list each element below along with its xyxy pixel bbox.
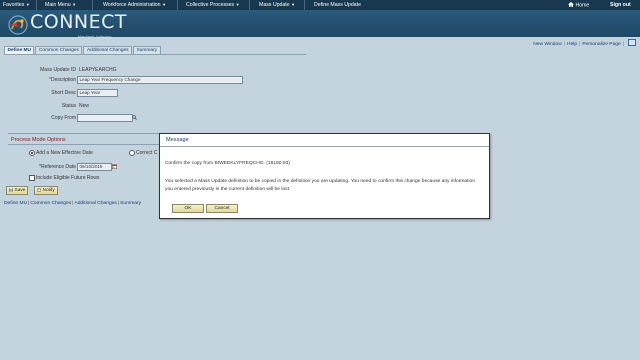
footer-link-common-changes[interactable]: Common Changes <box>30 201 71 206</box>
nav-mass-update[interactable]: Mass Update ▼ <box>259 2 295 8</box>
add-new-effective-date-label: Add a New Effective Date <box>36 150 93 156</box>
lookup-icon[interactable] <box>132 115 137 120</box>
nav-collective-label: Collective Processes <box>186 2 235 8</box>
nav-favorites[interactable]: Favorites ▼ <box>3 2 30 8</box>
message-dialog: Message Confirm the copy from BIWEEKLYFR… <box>159 133 490 219</box>
tab-common-changes[interactable]: Common Changes <box>35 46 83 54</box>
brand-subtitle: Maryland Judiciary <box>78 34 112 39</box>
correct-radio-label: Correct C <box>136 150 158 156</box>
chevron-down-icon: ▼ <box>25 2 30 7</box>
personalize-page-link[interactable]: Personalize Page <box>582 42 620 47</box>
nav-workforce-label: Workforce Administration <box>103 2 161 8</box>
reference-date-input[interactable]: 09/10/2015 <box>77 163 112 171</box>
chevron-down-icon: ▼ <box>235 2 240 7</box>
footer-link-additional-changes[interactable]: Additional Changes <box>74 201 116 206</box>
app-header: CONNECT Maryland Judiciary <box>0 10 640 39</box>
nav-define-mass-update-label: Define Mass Update <box>314 2 361 8</box>
tab-define-mu[interactable]: Define MU <box>4 46 35 54</box>
cancel-button[interactable]: Cancel <box>206 204 238 213</box>
chevron-down-icon: ▼ <box>72 2 77 7</box>
footer-link-define-mu[interactable]: Define MU <box>4 201 27 206</box>
nav-divider <box>177 0 178 10</box>
reference-date-label: *Reference Date <box>39 164 76 170</box>
nav-collective-processes[interactable]: Collective Processes ▼ <box>186 2 240 8</box>
mass-update-id-label: Mass Update ID <box>40 67 76 73</box>
status-value: New <box>79 103 90 109</box>
connect-logo-icon <box>8 15 28 35</box>
description-input[interactable]: Leap Year Frequency Change <box>77 76 243 84</box>
personalize-icon[interactable] <box>628 39 636 46</box>
nav-workforce-administration[interactable]: Workforce Administration ▼ <box>103 2 166 8</box>
nav-divider <box>36 0 37 10</box>
dialog-title: Message <box>160 134 489 147</box>
notify-icon <box>37 188 41 191</box>
separator: | <box>117 201 120 206</box>
brand-name: CONNECT <box>30 11 128 33</box>
new-window-link[interactable]: New Window <box>533 42 562 47</box>
save-button[interactable]: Save <box>6 186 29 195</box>
top-navigation-bar: Favorites ▼ Main Menu ▼ Workforce Administ… <box>0 0 640 10</box>
nav-main-menu-label: Main Menu <box>45 2 71 8</box>
footer-page-links: Define MU|Common Changes|Additional Chan… <box>4 201 141 206</box>
dialog-confirm-text: Confirm the copy from BIWEEKLYFREQCHG. (… <box>165 161 290 166</box>
sign-out-link[interactable]: Sign out <box>610 2 631 8</box>
mass-update-id-value: LEAPYEARCHG <box>79 67 117 73</box>
short-desc-input[interactable]: Leap Year <box>77 89 118 97</box>
status-label: Status <box>61 103 76 109</box>
nav-favorites-label: Favorites <box>3 2 25 8</box>
home-link[interactable]: Home <box>568 2 589 9</box>
notify-button-label: Notify <box>42 188 55 193</box>
chevron-down-icon: ▼ <box>162 2 167 7</box>
process-mode-options-title: Process Mode Options <box>8 137 161 145</box>
save-icon <box>9 187 13 192</box>
home-icon <box>568 2 574 7</box>
notify-button[interactable]: Notify <box>34 186 58 195</box>
nav-divider <box>304 0 305 10</box>
short-desc-label: Short Desc <box>51 90 76 96</box>
home-label: Home <box>575 2 590 9</box>
nav-define-mass-update[interactable]: Define Mass Update <box>314 2 361 8</box>
nav-divider <box>249 0 250 10</box>
nav-mass-update-label: Mass Update <box>259 2 290 8</box>
save-button-label: Save <box>14 188 26 193</box>
chevron-down-icon: ▼ <box>291 2 296 7</box>
nav-main-menu[interactable]: Main Menu ▼ <box>45 2 76 8</box>
tab-summary[interactable]: Summary <box>133 46 161 54</box>
separator: | <box>579 42 581 47</box>
copy-from-label: Copy From <box>51 115 76 121</box>
help-link[interactable]: Help <box>567 42 577 47</box>
include-future-rows-checkbox[interactable] <box>29 175 35 181</box>
include-future-rows-label: Include Eligible Future Rows <box>36 175 100 181</box>
tab-additional-changes[interactable]: Additional Changes <box>83 46 133 54</box>
add-new-effective-date-radio[interactable] <box>29 150 35 156</box>
page-utility-links: New Window | Help | Personalize Page | <box>533 39 636 47</box>
dialog-explanation-text: You selected a Mass Update definition to… <box>165 179 476 192</box>
separator: | <box>563 42 566 47</box>
footer-link-summary[interactable]: Summary <box>120 201 141 206</box>
tab-underline <box>4 54 306 55</box>
ok-button[interactable]: OK <box>172 204 204 213</box>
calendar-icon[interactable] <box>112 164 117 169</box>
nav-divider <box>92 0 93 10</box>
correct-radio[interactable] <box>129 150 135 156</box>
description-label: *Description <box>49 77 76 83</box>
separator: | <box>622 42 624 47</box>
copy-from-input[interactable] <box>77 114 133 122</box>
